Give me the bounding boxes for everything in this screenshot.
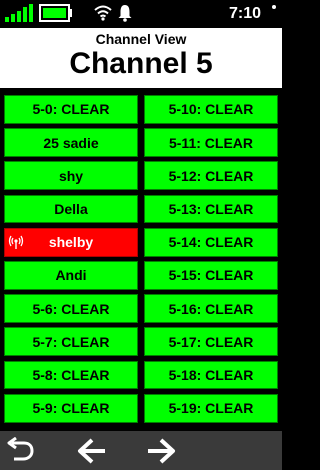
back-icon[interactable] [4, 437, 36, 465]
channel-slot-label: 5-6: CLEAR [32, 300, 110, 317]
channel-slot-5-16[interactable]: 5-16: CLEAR [144, 294, 278, 324]
channel-slot-5-1[interactable]: 25 sadie [4, 128, 138, 158]
channel-slot-label: 5-11: CLEAR [168, 134, 254, 151]
channel-slot-label: 5-0: CLEAR [32, 101, 110, 118]
channel-slot-5-5[interactable]: Andi [4, 260, 138, 290]
channel-slot-5-4-active[interactable]: shelby [4, 227, 138, 257]
channel-slot-label: 5-14: CLEAR [168, 234, 254, 251]
channel-slot-5-6[interactable]: 5-6: CLEAR [4, 294, 138, 324]
bell-icon [118, 5, 132, 22]
channel-slot-5-12[interactable]: 5-12: CLEAR [144, 161, 278, 191]
page-title: Channel 5 [69, 47, 213, 80]
channel-slot-label: 5-12: CLEAR [168, 167, 254, 184]
channel-slot-label: 5-13: CLEAR [168, 201, 254, 217]
channel-slot-5-14[interactable]: 5-14: CLEAR [144, 227, 278, 257]
channel-slot-5-17[interactable]: 5-17: CLEAR [144, 327, 278, 357]
channel-slot-5-0[interactable]: 5-0: CLEAR [4, 95, 138, 124]
battery-icon [39, 4, 72, 22]
channel-slot-label: 5-10: CLEAR [168, 101, 254, 118]
channel-slot-5-18[interactable]: 5-18: CLEAR [144, 360, 278, 390]
bottom-nav-bar [0, 431, 282, 470]
arrow-right-icon[interactable] [145, 437, 177, 465]
channel-grid: 5-0: CLEAR 5-10: CLEAR 25 sadie 5-11: CL… [4, 95, 278, 423]
channel-slot-label: 5-19: CLEAR [168, 400, 254, 417]
channel-slot-5-7[interactable]: 5-7: CLEAR [4, 327, 138, 357]
page-subtitle: Channel View [95, 31, 187, 47]
channel-slot-5-8[interactable]: 5-8: CLEAR [4, 360, 138, 390]
channel-slot-label: Andi [55, 267, 87, 284]
channel-slot-label: 5-15: CLEAR [168, 267, 254, 284]
channel-slot-label: Della [54, 201, 88, 217]
arrow-left-icon[interactable] [76, 437, 108, 465]
channel-slot-5-3[interactable]: Della [4, 194, 138, 224]
channel-slot-label: 5-8: CLEAR [32, 366, 110, 383]
channel-slot-label: 25 sadie [43, 134, 99, 151]
channel-slot-label: shy [58, 167, 84, 184]
channel-slot-label: 5-16: CLEAR [168, 300, 254, 317]
channel-slot-5-9[interactable]: 5-9: CLEAR [4, 393, 138, 423]
signal-icon [5, 4, 33, 22]
channel-slot-5-15[interactable]: 5-15: CLEAR [144, 260, 278, 290]
channel-slot-5-13[interactable]: 5-13: CLEAR [144, 194, 278, 224]
channel-slot-label: 5-9: CLEAR [32, 400, 110, 417]
channel-slot-label: 5-17: CLEAR [168, 333, 254, 350]
channel-slot-5-10[interactable]: 5-10: CLEAR [144, 95, 278, 124]
channel-slot-5-2[interactable]: shy [4, 161, 138, 191]
wifi-icon [94, 5, 112, 21]
channel-slot-label: 5-7: CLEAR [32, 333, 110, 350]
header: Channel View Channel 5 [0, 28, 282, 88]
status-time: 7:10 [229, 5, 262, 22]
channel-slot-5-19[interactable]: 5-19: CLEAR [144, 393, 278, 423]
transmit-icon [8, 235, 24, 250]
channel-slot-label: shelby [48, 234, 94, 251]
channel-slot-5-11[interactable]: 5-11: CLEAR [144, 128, 278, 158]
channel-slot-label: 5-18: CLEAR [168, 366, 254, 383]
status-bar: 7:10 [0, 0, 282, 28]
status-indicator-dot [272, 5, 276, 9]
